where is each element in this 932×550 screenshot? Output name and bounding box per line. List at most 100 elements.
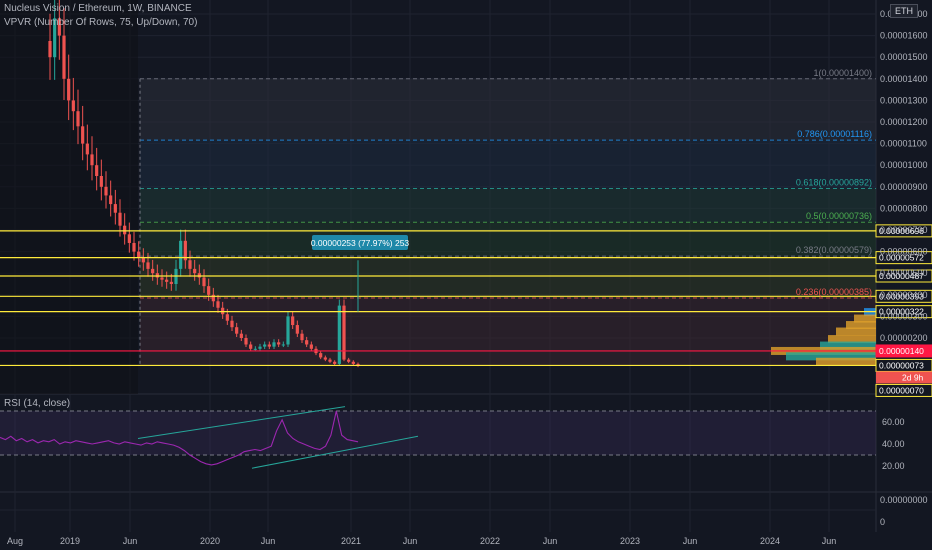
candle-body — [328, 359, 332, 362]
rsi-tick-label: 20.00 — [882, 461, 905, 471]
price-tick-label: 0.00001400 — [880, 74, 928, 84]
price-tick-label: 0.00001300 — [880, 95, 928, 105]
vpvr-legend[interactable]: VPVR (Number Of Rows, 75, Up/Down, 70) — [4, 17, 197, 28]
candle-body — [323, 357, 327, 360]
measure-label: 0.00000253 (77.97%) 253 — [311, 238, 410, 248]
symbol-title[interactable]: Nucleus Vision / Ethereum, 1W, BINANCE — [4, 3, 192, 14]
candle-body — [319, 353, 323, 358]
candle-body — [235, 327, 239, 334]
candle-body — [99, 176, 103, 187]
candle-body — [309, 344, 313, 349]
time-tick-label: Jun — [543, 536, 558, 546]
chart-canvas[interactable]: 0.000006960.000005720.000004870.00000393… — [0, 0, 932, 550]
fib-level-label: 0.5(0.00000736) — [806, 211, 872, 221]
fib-zone — [140, 222, 876, 257]
candle-body — [141, 258, 145, 263]
time-tick-label: 2022 — [480, 536, 500, 546]
candle-body — [258, 346, 262, 349]
price-tick-label: 0.00000800 — [880, 203, 928, 213]
price-tick-label: 0.00000700 — [880, 225, 928, 235]
candle-body — [291, 316, 295, 326]
candle-body — [249, 344, 253, 349]
candle-body — [90, 154, 94, 166]
candle-body — [123, 225, 127, 235]
candle-body — [146, 262, 150, 269]
fib-zone — [140, 298, 876, 366]
candle-body — [286, 316, 290, 345]
candle-body — [207, 286, 211, 295]
rsi-band — [0, 411, 876, 455]
candle-body — [179, 240, 183, 269]
rsi-legend[interactable]: RSI (14, close) — [4, 398, 70, 409]
fib-level-label: 0.786(0.00001116) — [797, 129, 872, 139]
candle-body — [193, 268, 197, 274]
time-axis[interactable]: Aug 2019 Jun 2020 Jun 2021 Jun 2022 Jun 2023 Jun 20… — [7, 536, 836, 546]
price-tick-label: 0.00000900 — [880, 182, 928, 192]
candle-body — [160, 277, 164, 280]
candle-body — [104, 186, 108, 196]
price-axis[interactable]: 0.000017000.000016000.000015000.00001400… — [880, 9, 928, 527]
candle-body — [151, 268, 155, 274]
time-tick-label: 2023 — [620, 536, 640, 546]
price-tick-label: 0.00001200 — [880, 117, 928, 127]
candle-body — [67, 78, 71, 101]
extra-pane-tick: 0.00000000 — [880, 495, 928, 505]
currency-badge[interactable]: ETH — [890, 4, 918, 18]
time-tick-label: 2020 — [200, 536, 220, 546]
fib-level-label: 0.382(0.00000579) — [796, 245, 872, 255]
candle-body — [216, 301, 220, 308]
price-tick-label: 0.00001100 — [880, 139, 927, 149]
candle-body — [263, 344, 267, 347]
rsi-tick-label: 40.00 — [882, 439, 905, 449]
fib-zone — [140, 78, 876, 141]
candle-body — [295, 325, 299, 334]
candle-body — [225, 314, 229, 321]
volume-bar — [816, 357, 876, 366]
candle-body — [95, 165, 99, 176]
time-tick-label: Aug — [7, 536, 23, 546]
price-level-tag-label: 0.00000073 — [879, 360, 924, 370]
volume-bar — [836, 327, 876, 336]
candle-body — [127, 234, 131, 243]
fib-level-label: 1(0.00001400) — [813, 68, 872, 78]
candle-body — [281, 344, 285, 346]
extra-pane-tick: 0 — [880, 517, 885, 527]
time-tick-label: 2019 — [60, 536, 80, 546]
candle-body — [337, 305, 341, 364]
candle-body — [305, 340, 309, 345]
candle-body — [333, 361, 337, 364]
time-tick-label: Jun — [123, 536, 138, 546]
candle-body — [197, 273, 201, 278]
fib-zone — [140, 188, 876, 223]
fib-zones — [0, 0, 876, 394]
price-tick-label: 0.00001600 — [880, 31, 928, 41]
price-tick-label: 0.00001500 — [880, 52, 928, 62]
price-tick-label: 0.00000200 — [880, 333, 928, 343]
candle-body — [169, 281, 173, 284]
candle-body — [244, 338, 248, 345]
candle-body — [165, 279, 169, 282]
candle-body — [239, 333, 243, 338]
candle-body — [351, 361, 355, 364]
candle-body — [347, 359, 351, 362]
candle-body — [132, 242, 136, 252]
candle-body — [300, 333, 304, 341]
candle-body — [85, 143, 89, 155]
price-tick-label: 0.00000300 — [880, 311, 928, 321]
price-tick-label: 0.00000500 — [880, 268, 928, 278]
bottom-price-label: 0.00000070 — [879, 385, 924, 395]
price-tick-label: 0.00001000 — [880, 160, 928, 170]
rsi-pane: 60.00 40.00 20.00 — [0, 406, 905, 471]
price-tick-label: 0.00000400 — [880, 290, 928, 300]
rsi-tick-label: 60.00 — [882, 417, 905, 427]
candle-body — [230, 320, 234, 328]
time-tick-label: Jun — [683, 536, 698, 546]
time-tick-label: 2024 — [760, 536, 780, 546]
fib-zone — [140, 140, 876, 189]
candle-body — [272, 342, 276, 347]
price-level-tag-label: 0.00000140 — [879, 346, 924, 356]
candle-body — [277, 342, 281, 345]
candle-body — [118, 212, 122, 226]
candle-body — [267, 344, 271, 347]
candle-body — [188, 260, 192, 269]
